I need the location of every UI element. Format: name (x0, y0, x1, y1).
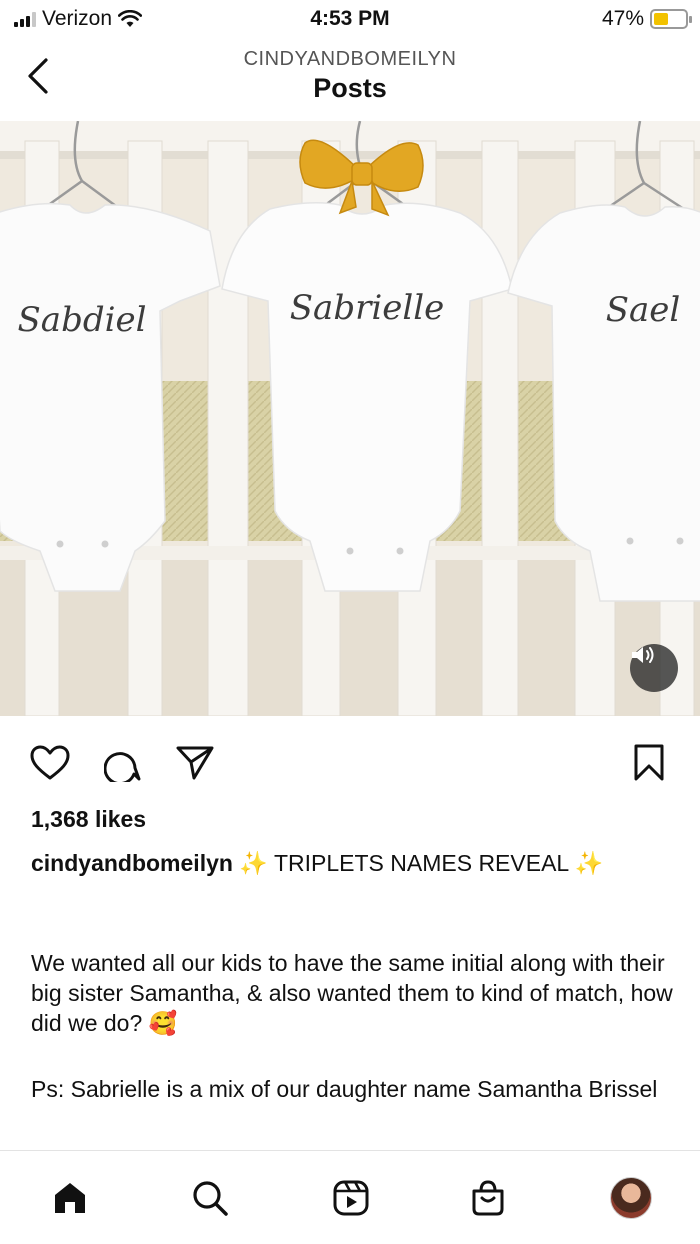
clock: 4:53 PM (310, 7, 390, 30)
speaker-icon[interactable] (630, 644, 678, 692)
page-title: Posts (313, 73, 387, 103)
sparkles-emoji: ✨ (239, 850, 268, 876)
shop-icon[interactable] (463, 1173, 513, 1223)
bottom-nav (0, 1150, 700, 1244)
avatar (610, 1177, 652, 1219)
home-icon[interactable] (45, 1173, 95, 1223)
heart-icon[interactable] (25, 735, 75, 791)
onesie-name-2: Sabrielle (290, 288, 444, 328)
reels-icon[interactable] (326, 1173, 376, 1223)
status-bar: Verizon 4:53 PM 47% (0, 0, 700, 40)
caption-username[interactable]: cindyandbomeilyn (31, 850, 233, 876)
battery-icon (650, 9, 692, 29)
post-header: CINDYANDBOMEILYN Posts (0, 40, 700, 120)
post-photo: Sabdiel Sabrielle Sael (0, 121, 700, 716)
onesie-name-1: Sabdiel (18, 300, 147, 340)
comment-icon[interactable] (98, 735, 148, 791)
search-icon[interactable] (185, 1173, 235, 1223)
profile-avatar[interactable] (606, 1173, 656, 1223)
bookmark-icon[interactable] (624, 735, 674, 791)
battery-indicator: 47% (601, 7, 692, 31)
post-actions (0, 735, 700, 791)
caption-paragraph-1: We wanted all our kids to have the same … (31, 948, 681, 1038)
sparkles-emoji-2: ✨ (574, 850, 604, 876)
caption-paragraph-2: Ps: Sabrielle is a mix of our daughter n… (31, 1076, 658, 1102)
smiling-hearts-emoji: 🥰 (148, 1010, 178, 1036)
caption-header: cindyandbomeilyn ✨ TRIPLETS NAMES REVEAL… (31, 848, 676, 878)
caption-paragraph-1-text: We wanted all our kids to have the same … (31, 950, 673, 1036)
post-media[interactable]: Sabdiel Sabrielle Sael (0, 121, 700, 716)
battery-percent: 47% (601, 7, 644, 30)
header-username[interactable]: CINDYANDBOMEILYN (0, 48, 700, 71)
onesie-name-3: Sael (606, 290, 681, 330)
send-icon[interactable] (170, 735, 220, 791)
caption-title: TRIPLETS NAMES REVEAL (273, 850, 569, 876)
like-count[interactable]: 1,368 likes (31, 806, 146, 833)
